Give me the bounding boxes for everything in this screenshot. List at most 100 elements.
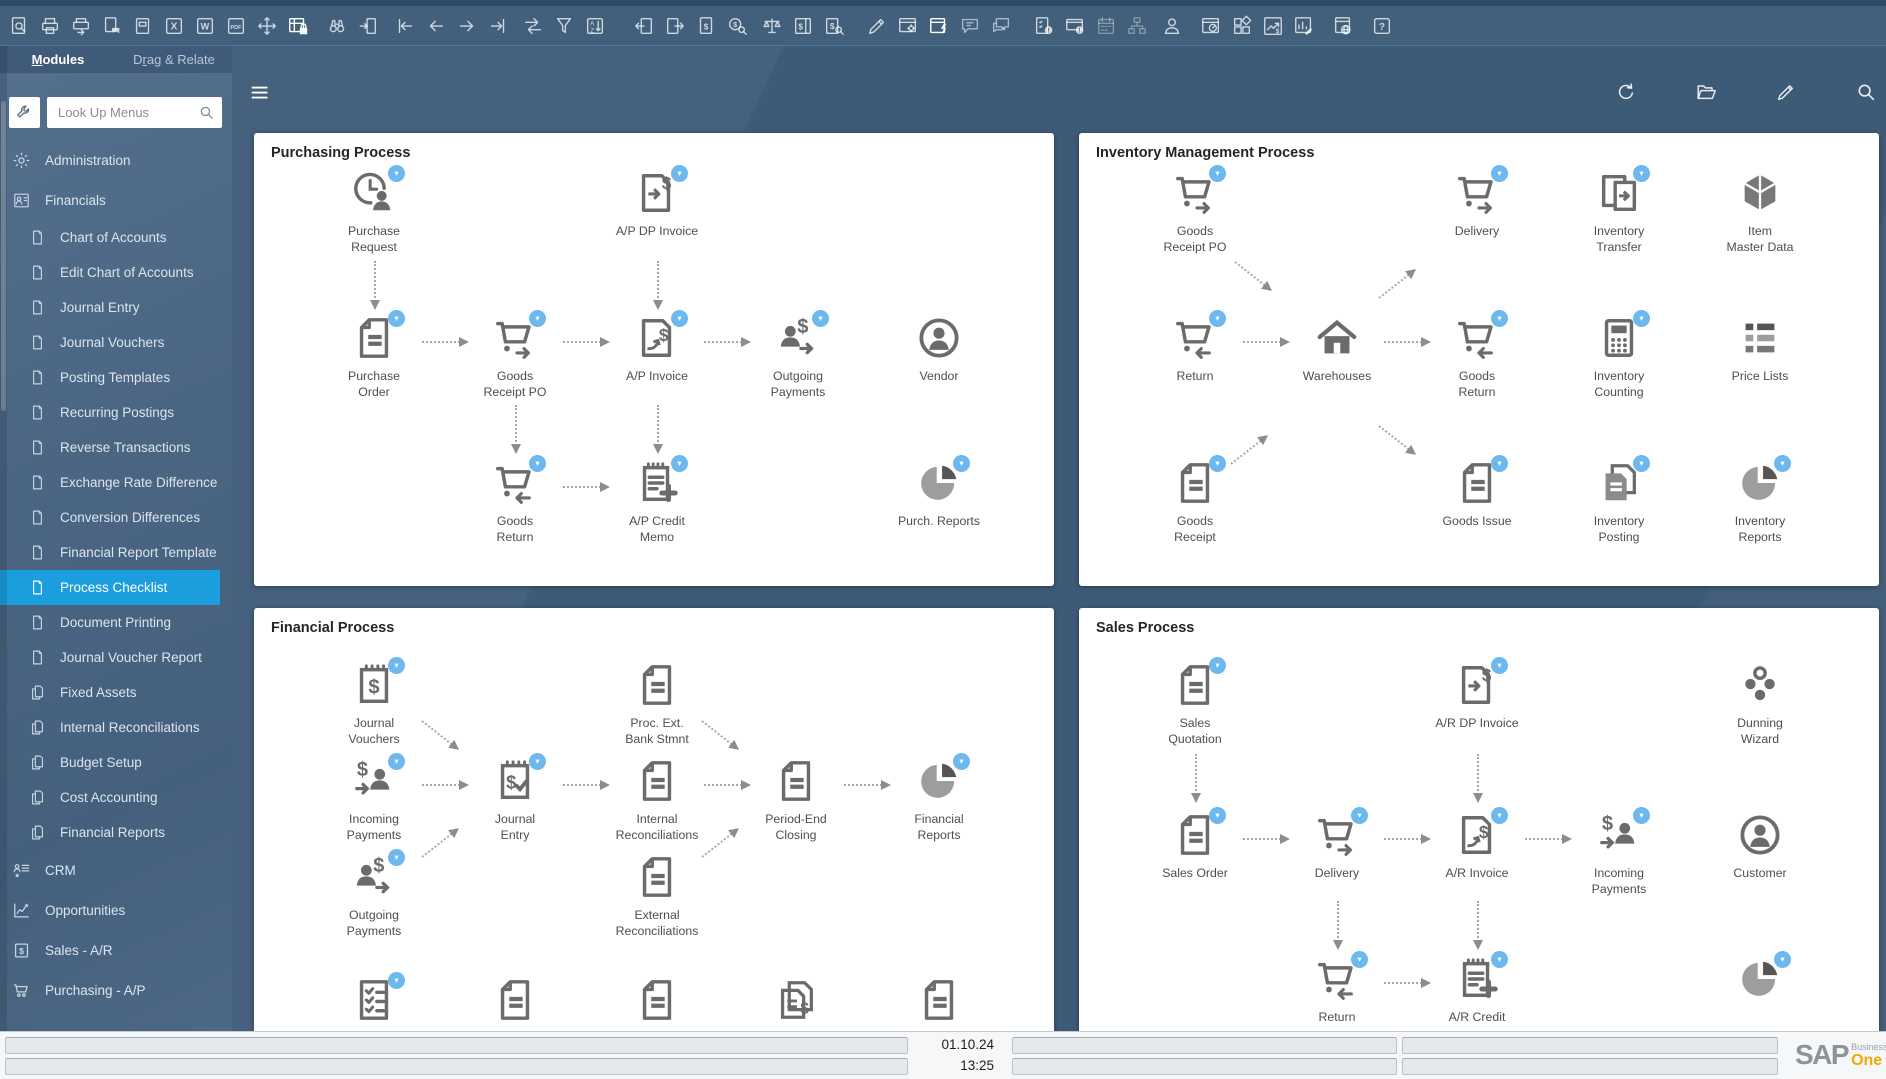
process-node[interactable]: ▾ Delivery	[1414, 170, 1540, 240]
node-options-badge[interactable]: ▾	[1209, 657, 1226, 674]
sidebar-item[interactable]: Chart of Accounts	[0, 220, 232, 255]
node-options-badge[interactable]: ▾	[1209, 807, 1226, 824]
dashboard-icon[interactable]	[1200, 15, 1222, 37]
process-node[interactable]: ▾ DunningWizard	[1697, 662, 1823, 747]
last-prices-icon[interactable]	[823, 15, 845, 37]
lock-screen-icon[interactable]	[287, 15, 309, 37]
process-node[interactable]: ▾ PurchaseRequest	[311, 170, 437, 255]
node-options-badge[interactable]: ▾	[1491, 455, 1508, 472]
print-sequence-icon[interactable]	[70, 15, 92, 37]
edit-icon[interactable]	[866, 15, 888, 37]
calendar-icon[interactable]	[1095, 15, 1117, 37]
next-record-icon[interactable]	[456, 15, 478, 37]
process-node[interactable]: ▾	[1697, 956, 1823, 1010]
process-node[interactable]: ▾ InventoryReports	[1697, 460, 1823, 545]
my-menu-icon[interactable]	[1161, 15, 1183, 37]
node-options-badge[interactable]: ▾	[1633, 165, 1650, 182]
node-options-badge[interactable]: ▾	[812, 310, 829, 327]
send-message-icon[interactable]	[101, 15, 123, 37]
node-options-badge[interactable]: ▾	[1491, 657, 1508, 674]
add-record-icon[interactable]	[357, 15, 379, 37]
search-icon[interactable]	[198, 104, 215, 121]
sidebar-item[interactable]: Financials	[0, 180, 232, 220]
node-options-badge[interactable]: ▾	[1491, 807, 1508, 824]
sidebar-item[interactable]: Process Checklist	[0, 570, 220, 605]
sidebar-item[interactable]: Administration	[0, 140, 232, 180]
sidebar-item[interactable]: Financial Reports	[0, 815, 232, 850]
process-node[interactable]: ▾ JournalEntry	[452, 758, 578, 843]
node-options-badge[interactable]: ▾	[388, 849, 405, 866]
sidebar-item[interactable]: Sales - A/R	[0, 930, 232, 970]
node-options-badge[interactable]: ▾	[1774, 455, 1791, 472]
process-node[interactable]: ▾ Delivery	[1274, 812, 1400, 882]
process-node[interactable]: ▾ A/P DP Invoice	[594, 170, 720, 240]
node-options-badge[interactable]: ▾	[671, 165, 688, 182]
first-record-icon[interactable]	[394, 15, 416, 37]
comments-icon[interactable]	[990, 15, 1012, 37]
node-options-badge[interactable]: ▾	[388, 753, 405, 770]
launch-application-icon[interactable]	[256, 15, 278, 37]
tab-modules[interactable]: Modules	[0, 46, 116, 73]
process-node[interactable]: ▾ A/R Invoice	[1414, 812, 1540, 882]
comment-icon[interactable]	[959, 15, 981, 37]
process-node[interactable]: ▾ IncomingPayments	[311, 758, 437, 843]
sidebar-item[interactable]: Purchasing - A/P	[0, 970, 232, 1010]
filter-table-icon[interactable]	[553, 15, 575, 37]
process-node[interactable]: ▾ A/R DP Invoice	[1414, 662, 1540, 732]
node-options-badge[interactable]: ▾	[671, 455, 688, 472]
sidebar-scrollbar[interactable]	[0, 46, 7, 1032]
process-node[interactable]: ▾ SalesQuotation	[1132, 662, 1258, 747]
sidebar-item[interactable]: Reverse Transactions	[0, 430, 232, 465]
process-node[interactable]: ▾	[311, 977, 437, 1031]
process-node[interactable]: ▾ Purch. Reports	[876, 460, 1002, 530]
menu-hamburger-icon[interactable]	[249, 82, 273, 104]
customize-menu-button[interactable]	[9, 97, 40, 128]
node-options-badge[interactable]: ▾	[529, 310, 546, 327]
node-options-badge[interactable]: ▾	[1633, 455, 1650, 472]
sidebar-item[interactable]: Cost Accounting	[0, 780, 232, 815]
node-options-badge[interactable]: ▾	[1209, 310, 1226, 327]
edit-chart-icon[interactable]	[1293, 15, 1315, 37]
node-options-badge[interactable]: ▾	[388, 972, 405, 989]
sidebar-item[interactable]: Budget Setup	[0, 745, 232, 780]
process-node[interactable]: ▾ OutgoingPayments	[735, 315, 861, 400]
sidebar-item[interactable]: Exchange Rate Difference	[0, 465, 232, 500]
settings-active-icon[interactable]	[928, 15, 950, 37]
process-node[interactable]: ▾ GoodsReturn	[1414, 315, 1540, 400]
gross-profit-icon[interactable]	[726, 15, 748, 37]
previous-record-icon[interactable]	[425, 15, 447, 37]
widgets-icon[interactable]	[1231, 15, 1253, 37]
process-node[interactable]: ▾ Proc. Ext.Bank Stmnt	[594, 662, 720, 747]
node-options-badge[interactable]: ▾	[388, 657, 405, 674]
node-options-badge[interactable]: ▾	[953, 455, 970, 472]
refresh-record-icon[interactable]	[522, 15, 544, 37]
sidebar-item[interactable]: Recurring Postings	[0, 395, 232, 430]
process-node[interactable]: ▾ InternalReconciliations	[594, 758, 720, 843]
sidebar-item[interactable]: CRM	[0, 850, 232, 890]
base-document-icon[interactable]	[633, 15, 655, 37]
form-settings-icon[interactable]	[897, 15, 919, 37]
process-node[interactable]: ▾ GoodsReceipt	[1132, 460, 1258, 545]
node-options-badge[interactable]: ▾	[1774, 951, 1791, 968]
node-options-badge[interactable]: ▾	[529, 455, 546, 472]
node-options-badge[interactable]: ▾	[1633, 310, 1650, 327]
process-node[interactable]: ▾ Price Lists	[1697, 315, 1823, 385]
process-node[interactable]: ▾ GoodsReceipt PO	[1132, 170, 1258, 255]
base-price-icon[interactable]	[792, 15, 814, 37]
sort-table-icon[interactable]	[584, 15, 606, 37]
sidebar-item[interactable]: Journal Voucher Report	[0, 640, 232, 675]
export-word-icon[interactable]	[194, 15, 216, 37]
node-options-badge[interactable]: ▾	[1351, 951, 1368, 968]
org-chart-icon[interactable]	[1126, 15, 1148, 37]
process-node[interactable]: ▾ Sales Order	[1132, 812, 1258, 882]
process-node[interactable]: ▾ InventoryTransfer	[1556, 170, 1682, 255]
sidebar-item[interactable]: Posting Templates	[0, 360, 232, 395]
sidebar-item[interactable]: Fixed Assets	[0, 675, 232, 710]
open-folder-icon[interactable]	[1695, 81, 1717, 103]
process-node[interactable]: ▾ InventoryPosting	[1556, 460, 1682, 545]
process-node[interactable]: ▾ Customer	[1697, 812, 1823, 882]
sidebar-item[interactable]: Journal Entry	[0, 290, 232, 325]
sidebar-item[interactable]: Conversion Differences	[0, 500, 232, 535]
scrollbar-thumb[interactable]	[1, 101, 6, 411]
process-node[interactable]: ▾	[876, 977, 1002, 1031]
